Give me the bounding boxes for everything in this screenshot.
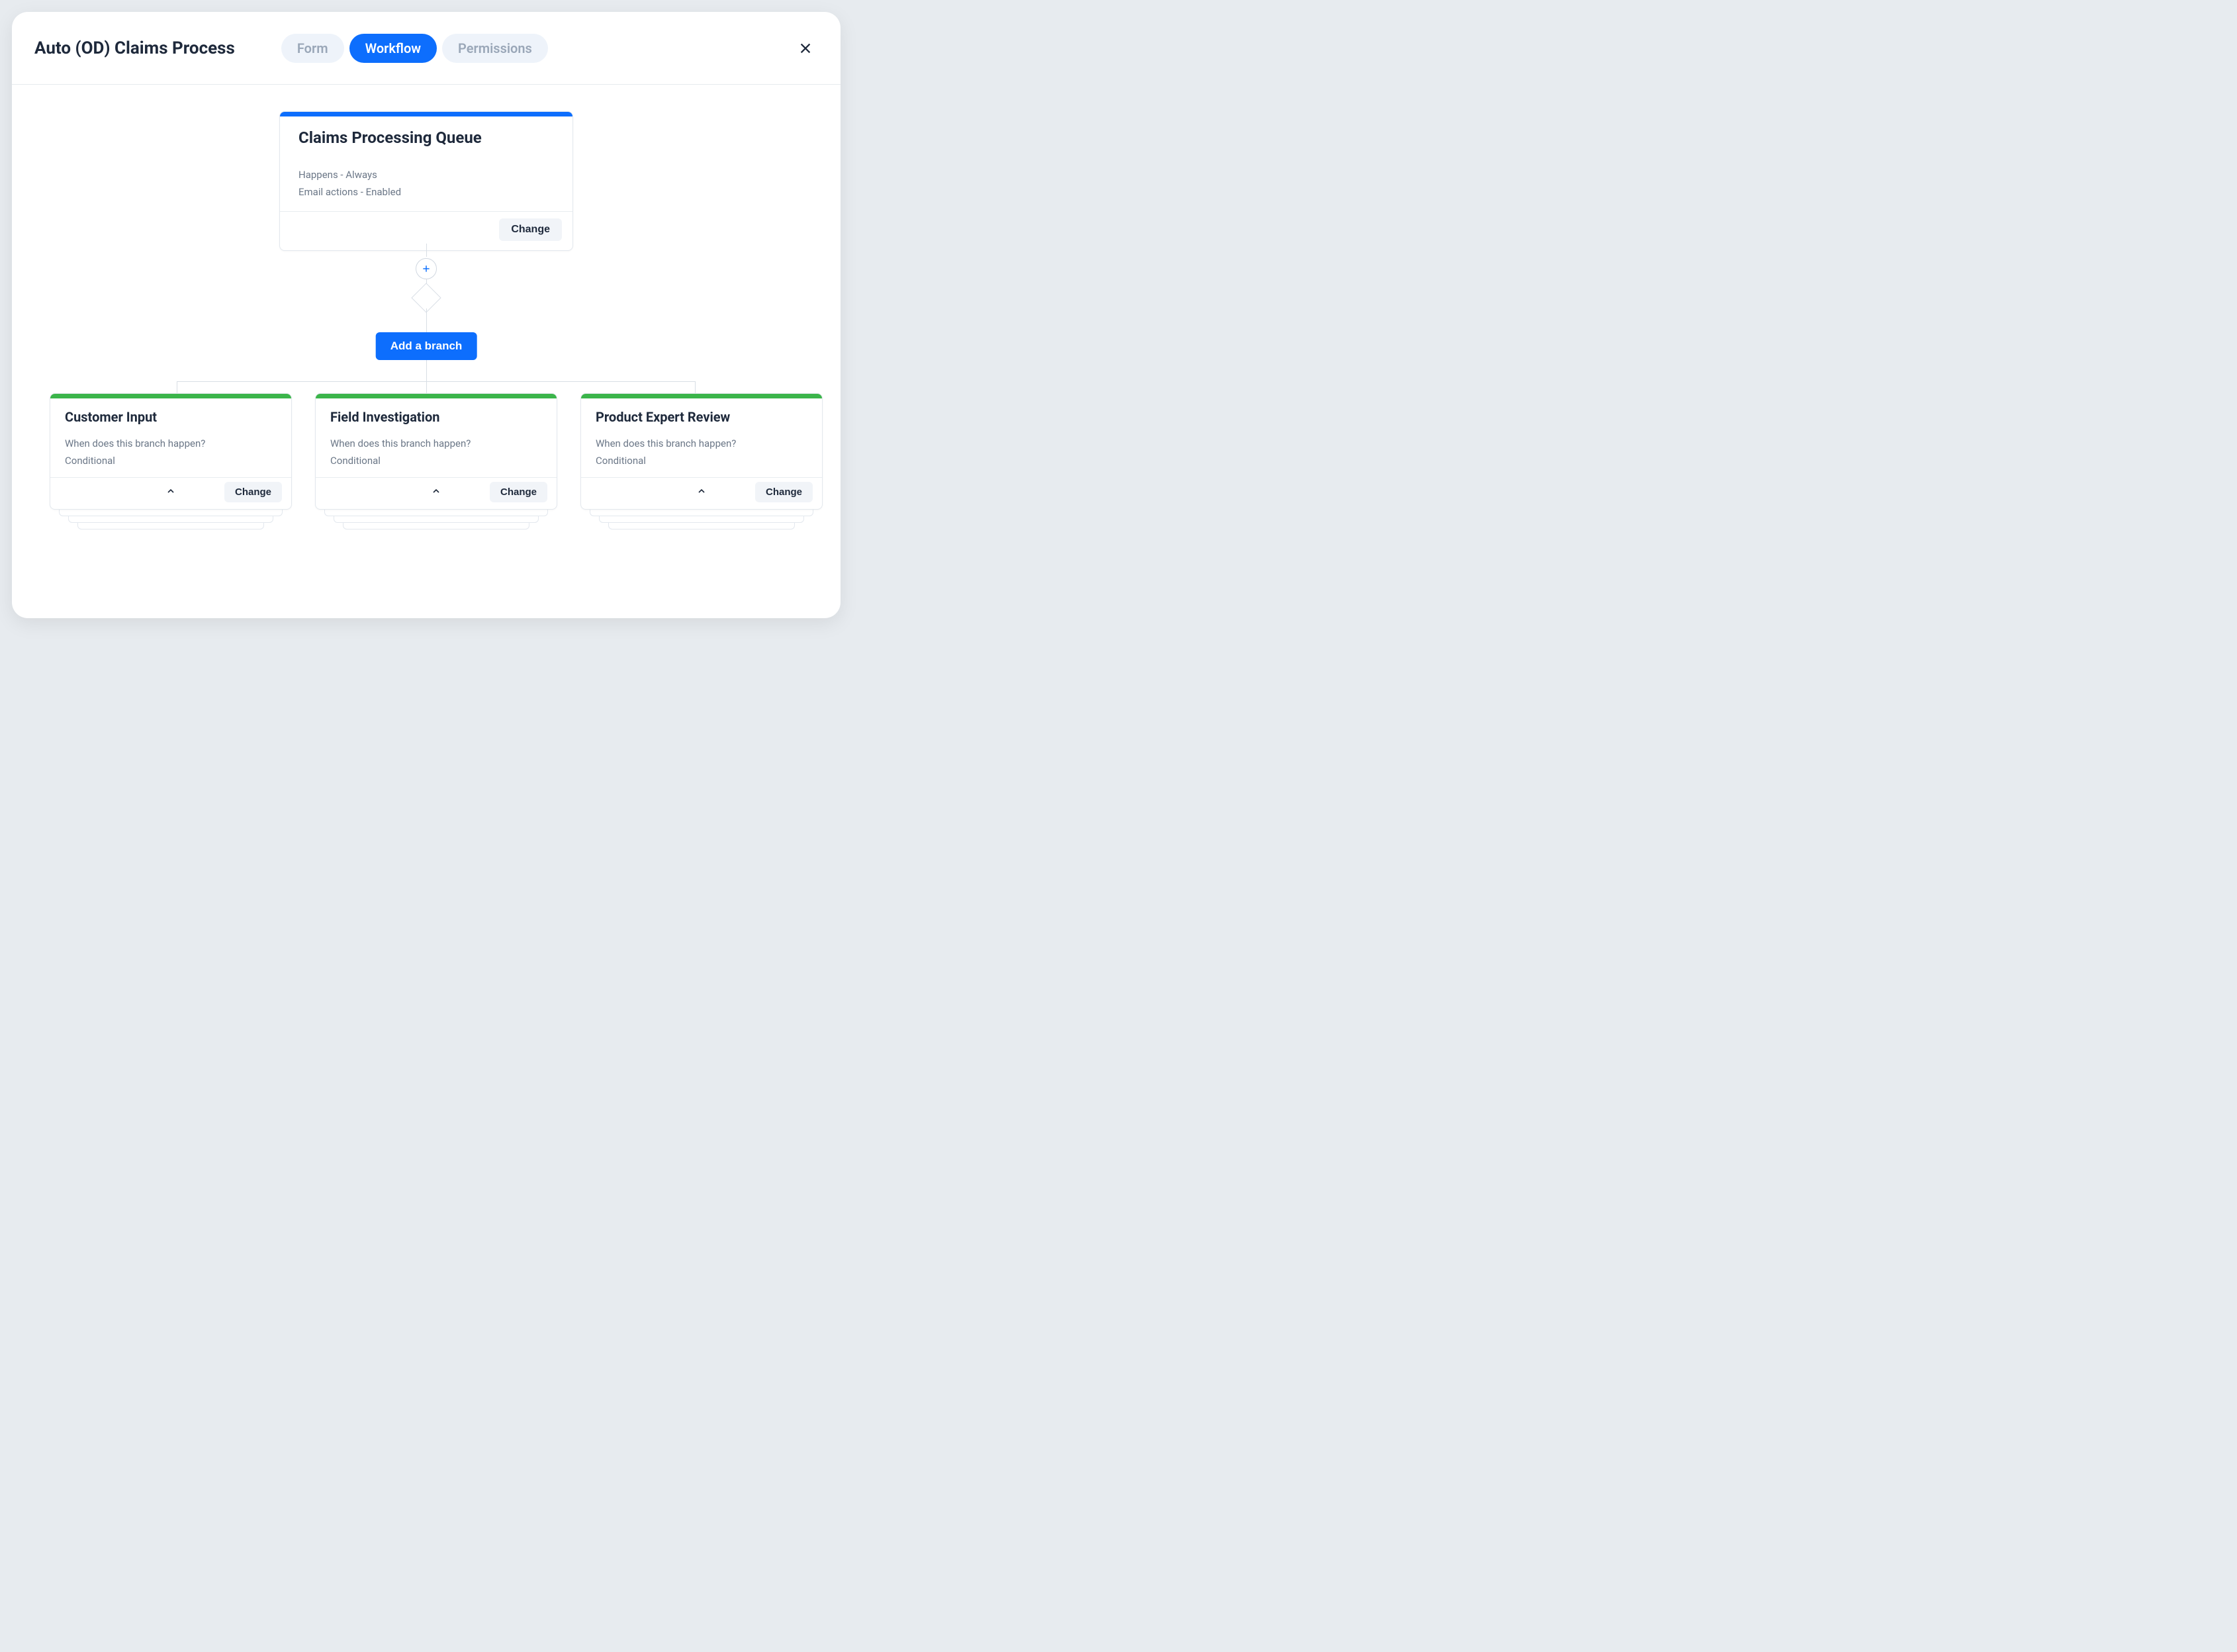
branch-answer: Conditional (330, 453, 542, 470)
branch-split-line (177, 381, 696, 382)
branch-card-body: Field Investigation When does this branc… (316, 398, 557, 477)
card-stack-shadow (334, 516, 539, 523)
root-card-title: Claims Processing Queue (298, 128, 554, 147)
page-title: Auto (OD) Claims Process (34, 38, 235, 58)
branch-card-footer: Change (581, 477, 822, 509)
branch-card-footer: Change (50, 477, 291, 509)
workflow-canvas: Claims Processing Queue Happens - Always… (12, 85, 841, 618)
branch-wrap-0: Customer Input When does this branch hap… (50, 393, 292, 510)
root-card-body: Claims Processing Queue Happens - Always… (280, 116, 572, 211)
root-meta-2: Email actions - Enabled (298, 184, 554, 201)
header: Auto (OD) Claims Process Form Workflow P… (12, 12, 841, 85)
branch-answer: Conditional (596, 453, 807, 470)
branch-change-button[interactable]: Change (755, 482, 813, 502)
connector-line (426, 244, 427, 257)
tab-workflow-label: Workflow (365, 40, 421, 56)
branch-question: When does this branch happen? (65, 436, 277, 453)
add-branch-button[interactable]: Add a branch (376, 332, 477, 360)
add-step-button[interactable] (416, 258, 437, 279)
tab-permissions-label: Permissions (458, 40, 532, 56)
collapse-toggle[interactable] (431, 486, 441, 499)
tab-permissions[interactable]: Permissions (442, 34, 548, 63)
card-stack-shadow (68, 516, 273, 523)
chevron-up-icon (431, 486, 441, 496)
card-stack-shadow (324, 510, 548, 516)
tab-form-label: Form (297, 40, 328, 56)
root-meta-1: Happens - Always (298, 167, 554, 184)
branch-card-body: Product Expert Review When does this bra… (581, 398, 822, 477)
branch-change-button[interactable]: Change (490, 482, 547, 502)
branch-card-product-expert-review[interactable]: Product Expert Review When does this bra… (580, 393, 823, 510)
close-icon (798, 41, 813, 56)
branch-card-field-investigation[interactable]: Field Investigation When does this branc… (315, 393, 557, 510)
branch-wrap-1: Field Investigation When does this branc… (315, 393, 557, 510)
collapse-toggle[interactable] (696, 486, 707, 499)
branch-title: Field Investigation (330, 409, 542, 425)
branch-meta: When does this branch happen? Conditiona… (65, 436, 277, 469)
branch-accent (316, 394, 557, 398)
plus-icon (422, 264, 431, 273)
root-accent (280, 112, 572, 116)
workflow-panel: Auto (OD) Claims Process Form Workflow P… (12, 12, 841, 618)
branch-card-footer: Change (316, 477, 557, 509)
card-stack-shadow (59, 510, 283, 516)
branch-question: When does this branch happen? (330, 436, 542, 453)
root-change-button[interactable]: Change (499, 218, 562, 241)
root-step-card[interactable]: Claims Processing Queue Happens - Always… (279, 111, 573, 251)
branch-answer: Conditional (65, 453, 277, 470)
branch-accent (50, 394, 291, 398)
branch-wrap-2: Product Expert Review When does this bra… (580, 393, 823, 510)
root-card-meta: Happens - Always Email actions - Enabled (298, 167, 554, 201)
branch-question: When does this branch happen? (596, 436, 807, 453)
card-stack-shadow (590, 510, 813, 516)
branch-accent (581, 394, 822, 398)
branch-meta: When does this branch happen? Conditiona… (330, 436, 542, 469)
branch-meta: When does this branch happen? Conditiona… (596, 436, 807, 469)
chevron-up-icon (165, 486, 176, 496)
card-stack-shadow (343, 523, 529, 529)
branch-card-customer-input[interactable]: Customer Input When does this branch hap… (50, 393, 292, 510)
branch-card-body: Customer Input When does this branch hap… (50, 398, 291, 477)
close-button[interactable] (793, 36, 818, 61)
card-stack-shadow (77, 523, 264, 529)
app-viewport: Auto (OD) Claims Process Form Workflow P… (0, 0, 852, 630)
card-stack-shadow (608, 523, 795, 529)
branch-title: Product Expert Review (596, 409, 807, 425)
branch-row: Customer Input When does this branch hap… (50, 393, 823, 510)
collapse-toggle[interactable] (165, 486, 176, 499)
merge-connector (50, 526, 823, 618)
branch-title: Customer Input (65, 409, 277, 425)
branch-change-button[interactable]: Change (224, 482, 282, 502)
tab-bar: Form Workflow Permissions (281, 34, 548, 63)
tab-form[interactable]: Form (281, 34, 344, 63)
card-stack-shadow (599, 516, 804, 523)
chevron-up-icon (696, 486, 707, 496)
connector-line (426, 381, 427, 393)
tab-workflow[interactable]: Workflow (349, 34, 437, 63)
